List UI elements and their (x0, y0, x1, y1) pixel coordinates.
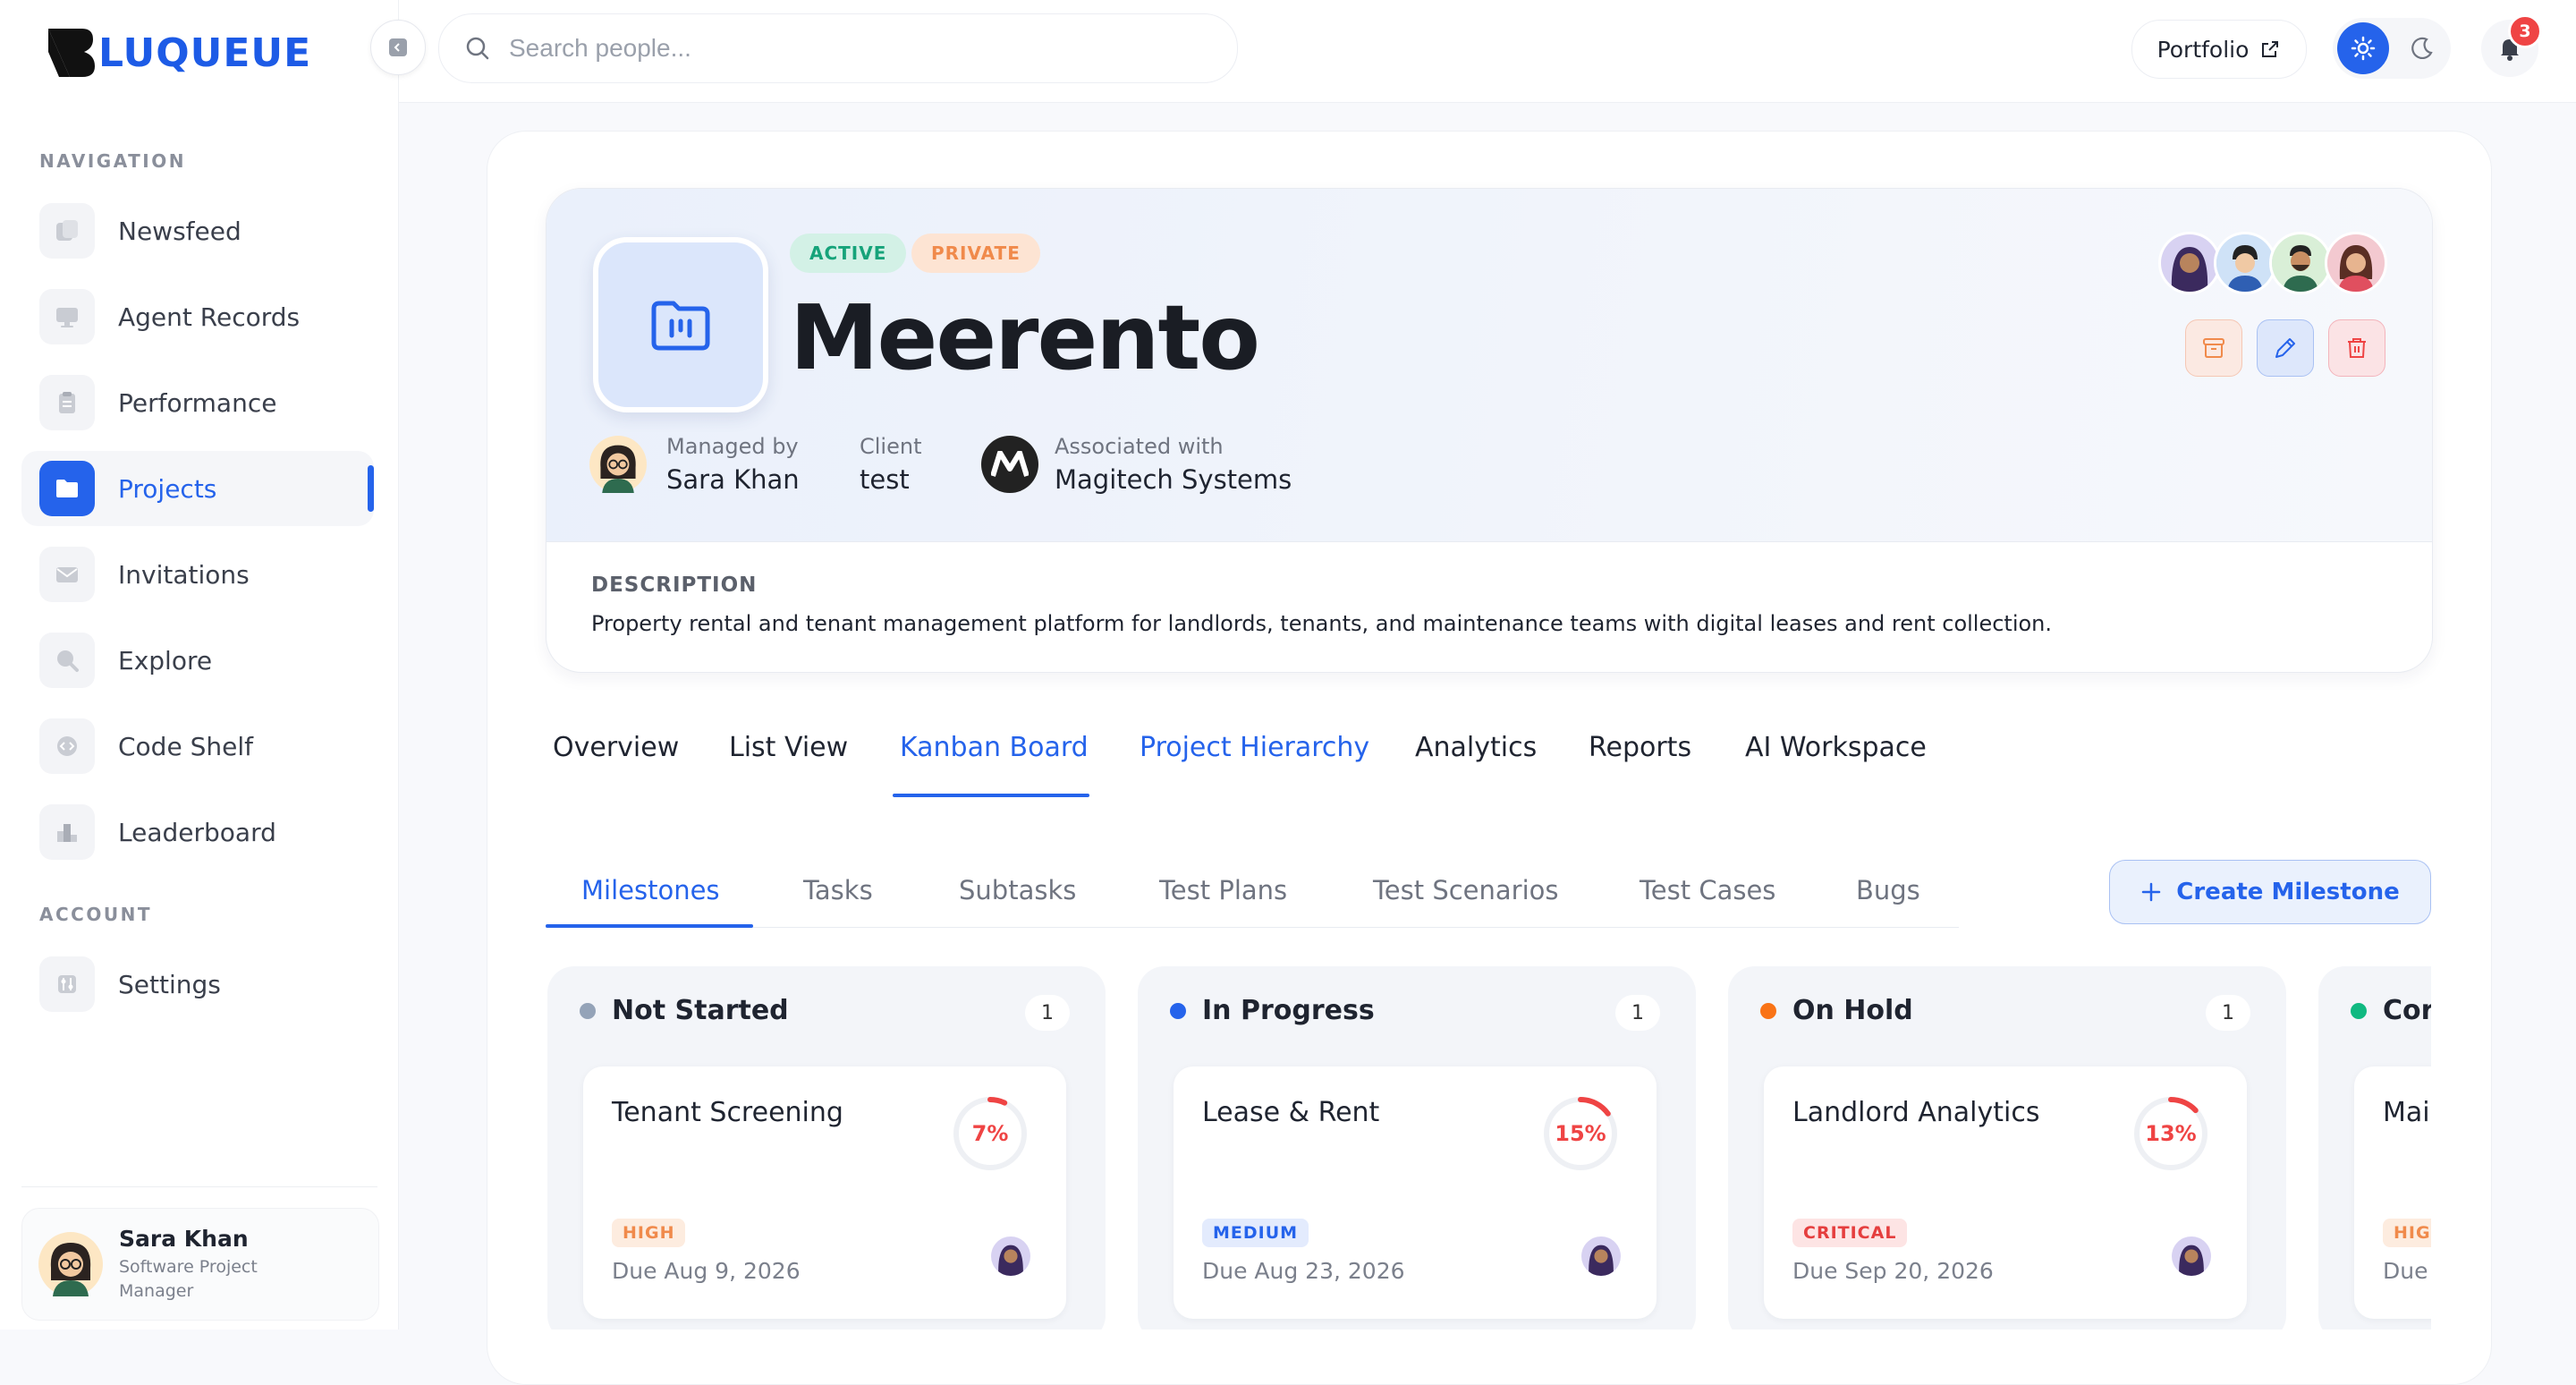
user-role: Software Project Manager (119, 1256, 258, 1301)
sidebar-item-leaderboard[interactable]: Leaderboard (21, 794, 374, 870)
assignee-avatar[interactable] (2172, 1236, 2211, 1276)
sidebar-item-agent-records[interactable]: Agent Records (21, 279, 374, 354)
column-title: Cor (2383, 995, 2431, 1026)
kanban-column-completed: Cor Mai HIG Due (2318, 966, 2431, 1330)
sidebar-item-label: Invitations (118, 559, 250, 590)
sidebar-item-invitations[interactable]: Invitations (21, 537, 374, 612)
sidebar-item-code-shelf[interactable]: Code Shelf (21, 709, 374, 784)
search-icon (39, 633, 95, 688)
status-dot (580, 1002, 596, 1019)
sidebar-item-newsfeed[interactable]: Newsfeed (21, 193, 374, 268)
sidebar-item-label: Leaderboard (118, 817, 276, 847)
due-date: Due Sep 20, 2026 (1792, 1258, 1994, 1284)
column-title: In Progress (1202, 995, 1375, 1026)
notification-count-badge: 3 (2508, 14, 2542, 48)
sidebar-item-label: Projects (118, 473, 217, 504)
newsfeed-icon (39, 203, 95, 259)
due-date: Due Aug 23, 2026 (1202, 1258, 1405, 1284)
milestone-title: Lease & Rent (1202, 1097, 1380, 1128)
progress-percent: 13% (2145, 1121, 2197, 1146)
kanban-column-on-hold: On Hold 1 Landlord Analytics 13% CRITICA… (1728, 966, 2286, 1330)
active-indicator (368, 465, 374, 512)
milestone-card[interactable]: Mai HIG Due (2354, 1066, 2431, 1319)
column-count-badge: 1 (1615, 995, 1660, 1031)
progress-percent: 7% (971, 1121, 1009, 1146)
sidebar-item-label: Explore (118, 645, 213, 676)
code-icon (39, 718, 95, 774)
assignee-avatar[interactable] (991, 1236, 1030, 1276)
column-count-badge: 1 (2206, 995, 2250, 1031)
milestone-title: Landlord Analytics (1792, 1097, 2040, 1128)
sidebar: LUQUEUE NAVIGATION Newsfeed Agent Record… (0, 0, 399, 1330)
sidebar-item-explore[interactable]: Explore (21, 623, 374, 698)
sidebar-item-settings[interactable]: Settings (21, 947, 374, 1022)
assignee-avatar[interactable] (1581, 1236, 1621, 1276)
milestone-title: Tenant Screening (612, 1097, 843, 1128)
priority-badge: HIGH (612, 1219, 686, 1247)
kanban-column-in-progress: In Progress 1 Lease & Rent 15% MEDIUM Du… (1138, 966, 1696, 1330)
notifications-button[interactable]: 3 (2481, 14, 2542, 77)
sliders-icon (39, 956, 95, 1012)
clipboard-icon (39, 375, 95, 430)
podium-icon (39, 804, 95, 860)
collapse-icon (389, 38, 407, 56)
avatar (38, 1232, 103, 1296)
sidebar-item-label: Agent Records (118, 302, 301, 332)
priority-badge: HIG (2383, 1219, 2431, 1247)
milestone-card[interactable]: Landlord Analytics 13% CRITICAL Due Sep … (1764, 1066, 2247, 1319)
milestone-card[interactable]: Lease & Rent 15% MEDIUM Due Aug 23, 2026 (1174, 1066, 1657, 1319)
status-dot (1760, 1002, 1776, 1019)
user-profile-card[interactable]: Sara Khan Software Project Manager (21, 1208, 379, 1321)
brand-logo[interactable]: LUQUEUE (47, 25, 311, 81)
progress-percent: 15% (1555, 1121, 1606, 1146)
column-count-badge: 1 (1025, 995, 1070, 1031)
user-name: Sara Khan (119, 1225, 249, 1252)
kanban-column-not-started: Not Started 1 Tenant Screening 7% HIGH D… (547, 966, 1106, 1330)
sidebar-collapse-button[interactable] (370, 20, 426, 75)
due-date: Due (2383, 1258, 2428, 1284)
folder-icon (39, 461, 95, 516)
sidebar-item-performance[interactable]: Performance (21, 365, 374, 440)
sidebar-item-label: Newsfeed (118, 216, 242, 246)
due-date: Due Aug 9, 2026 (612, 1258, 801, 1284)
status-dot (2351, 1002, 2367, 1019)
status-dot (1170, 1002, 1186, 1019)
envelope-icon (39, 547, 95, 602)
monitor-icon (39, 289, 95, 344)
brand-name: LUQUEUE (98, 30, 312, 76)
account-section-title: ACCOUNT (39, 904, 152, 925)
milestone-title: Mai (2383, 1097, 2430, 1128)
sidebar-item-projects[interactable]: Projects (21, 451, 374, 526)
nav-section-title: NAVIGATION (39, 150, 186, 172)
sidebar-item-label: Settings (118, 969, 221, 999)
search-icon (466, 37, 489, 60)
sidebar-item-label: Code Shelf (118, 731, 253, 761)
column-title: Not Started (612, 995, 789, 1026)
priority-badge: CRITICAL (1792, 1219, 1908, 1247)
logo-mark-icon (48, 29, 95, 77)
divider (21, 1186, 377, 1187)
priority-badge: MEDIUM (1202, 1219, 1309, 1247)
sidebar-item-label: Performance (118, 387, 277, 418)
kanban-board: Not Started 1 Tenant Screening 7% HIGH D… (547, 0, 2431, 1330)
column-title: On Hold (1792, 995, 1913, 1026)
milestone-card[interactable]: Tenant Screening 7% HIGH Due Aug 9, 2026 (583, 1066, 1066, 1319)
